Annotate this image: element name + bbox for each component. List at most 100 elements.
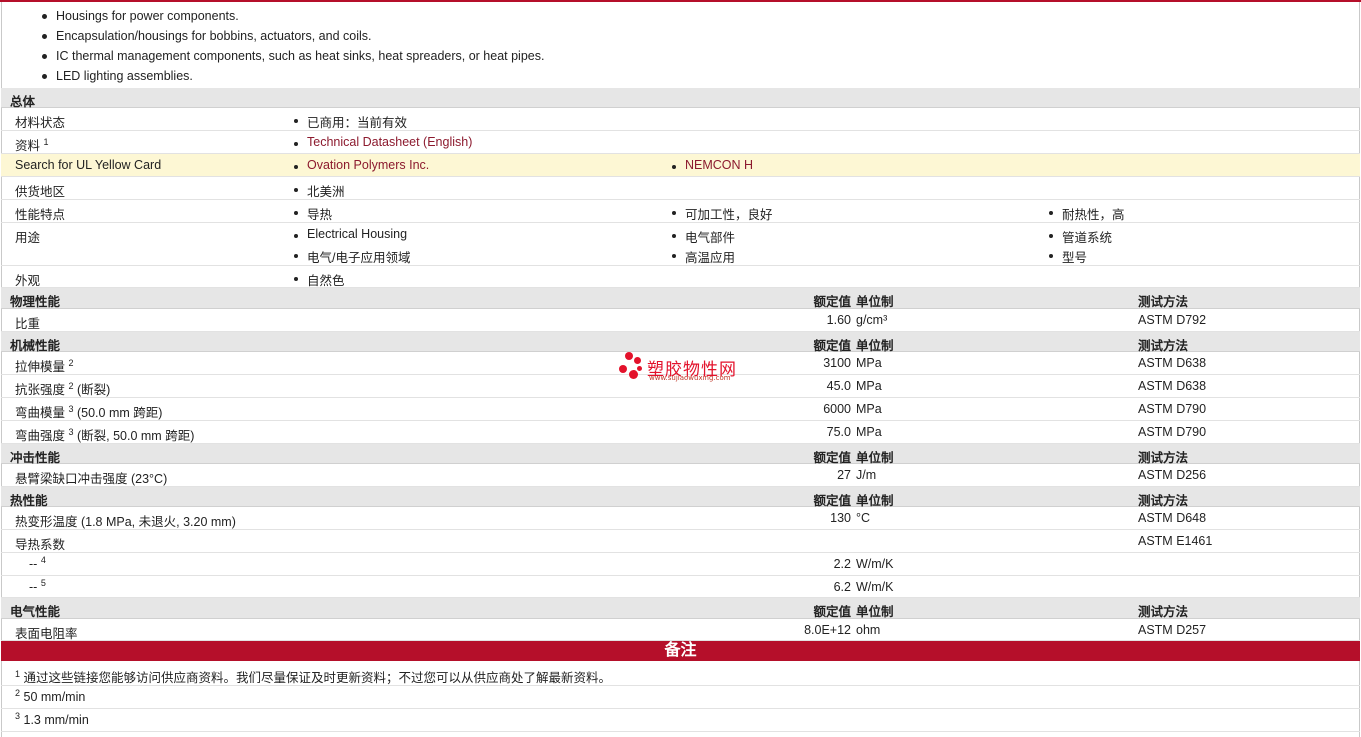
row-label: 外观 (15, 274, 41, 288)
property-name: 弯曲模量 3 (50.0 mm 跨距) (15, 403, 163, 420)
property-unit: MPa (856, 402, 882, 416)
logo-dot (634, 357, 641, 364)
property-value: 2.2 (833, 557, 851, 571)
property-unit: W/m/K (856, 557, 894, 571)
row-value: Ovation Polymers Inc. (291, 158, 429, 172)
property-name: -- 5 (29, 577, 46, 594)
table-row: 热变形温度 (1.8 MPa, 未退火, 3.20 mm) 130 °C AST… (1, 507, 1360, 530)
property-name: 导热系数 (15, 538, 66, 552)
property-name: 热变形温度 (1.8 MPa, 未退火, 3.20 mm) (15, 515, 236, 529)
note-row: 2 50 mm/min (1, 686, 1360, 709)
test-method: ASTM D256 (1138, 468, 1207, 482)
table-row: 供货地区 北美洲 (1, 177, 1360, 200)
logo-url: www.sujiaowuxing.com (649, 374, 731, 382)
row-value: 可加工性，良好 (669, 204, 773, 223)
row-label: 材料状态 (15, 116, 66, 130)
datasheet-link[interactable]: Technical Datasheet (English) (307, 135, 472, 149)
table-row: -- 5 6.2 W/m/K (1, 576, 1360, 598)
property-value: 27 (837, 468, 851, 482)
notes-header: 备注 (1, 641, 1360, 661)
row-value: 已商用：当前有效 (291, 112, 407, 131)
col-header-method: 测试方法 (1138, 295, 1189, 309)
note-text: 2 50 mm/min (15, 687, 86, 704)
applications-list: Housings for power components. Encapsula… (38, 6, 544, 86)
test-method: ASTM D792 (1138, 313, 1207, 327)
product-link[interactable]: NEMCON H (685, 158, 753, 172)
row-value: 耐热性，高 (1046, 204, 1125, 223)
row-value: 高温应用 (669, 247, 735, 266)
property-value: 75.0 (826, 425, 851, 439)
property-value: 6.2 (833, 580, 851, 594)
property-unit: MPa (856, 379, 882, 393)
row-value: 电气部件 (669, 227, 735, 246)
row-value: 导热 (291, 204, 332, 223)
property-unit: ohm (856, 623, 881, 637)
logo-dot (625, 352, 633, 360)
table-row: 用途 Electrical Housing 电气部件 管道系统 电气/电子应用领… (1, 223, 1360, 266)
property-name: 悬臂梁缺口冲击强度 (23°C) (15, 472, 168, 486)
row-value: 型号 (1046, 247, 1087, 266)
section-header-impact: 冲击性能 额定值 单位制 测试方法 (1, 444, 1360, 465)
table-row: 外观 自然色 (1, 266, 1360, 288)
row-value: NEMCON H (669, 158, 753, 172)
note-row: 3 1.3 mm/min (1, 709, 1360, 732)
list-item: IC thermal management components, such a… (38, 46, 544, 66)
test-method: ASTM D257 (1138, 623, 1207, 637)
top-accent-line (0, 0, 1361, 2)
test-method: ASTM D638 (1138, 379, 1207, 393)
property-value: 8.0E+12 (804, 623, 851, 637)
table-row: 比重 1.60 g/cm³ ASTM D792 (1, 309, 1360, 332)
property-unit: MPa (856, 425, 882, 439)
property-unit: MPa (856, 356, 882, 370)
supplier-link[interactable]: Ovation Polymers Inc. (307, 158, 429, 172)
section-header-electrical: 电气性能 额定值 单位制 测试方法 (1, 598, 1360, 619)
table-row: 弯曲模量 3 (50.0 mm 跨距) 6000 MPa ASTM D790 (1, 398, 1360, 421)
table-row: 悬臂梁缺口冲击强度 (23°C) 27 J/m ASTM D256 (1, 464, 1360, 487)
section-title: 物理性能 (10, 295, 61, 309)
property-name: 拉伸模量 2 (15, 357, 74, 374)
property-unit: g/cm³ (856, 313, 888, 327)
row-label: Search for UL Yellow Card (15, 158, 162, 172)
property-name: -- 4 (29, 554, 46, 571)
row-value: Electrical Housing (291, 227, 407, 241)
logo-dot (637, 366, 642, 371)
note-row: 1 通过这些链接您能够访问供应商资料。我们尽量保证及时更新资料；不过您可以从供应… (1, 663, 1360, 686)
row-value: 自然色 (291, 270, 345, 289)
watermark-logo: 塑胶物性网 www.sujiaowuxing.com (617, 351, 757, 387)
table-row: 性能特点 导热 可加工性，良好 耐热性，高 (1, 200, 1360, 223)
property-name: 抗张强度 2 (断裂) (15, 380, 111, 397)
row-label: 资料 1 (15, 136, 49, 153)
section-header-physical: 物理性能 额定值 单位制 测试方法 (1, 288, 1360, 309)
list-item: LED lighting assemblies. (38, 66, 544, 86)
table-row: 弯曲强度 3 (断裂, 50.0 mm 跨距) 75.0 MPa ASTM D7… (1, 421, 1360, 444)
col-header-unit: 单位制 (856, 605, 894, 619)
property-unit: °C (856, 511, 871, 525)
section-header-general: 总体 (1, 88, 1360, 109)
row-label: 性能特点 (15, 208, 66, 222)
property-name: 表面电阻率 (15, 627, 78, 641)
property-name: 比重 (15, 317, 41, 331)
table-row: 导热系数 ASTM E1461 (1, 530, 1360, 553)
row-value: 管道系统 (1046, 227, 1112, 246)
table-row: 表面电阻率 8.0E+12 ohm ASTM D257 (1, 619, 1360, 641)
section-header-mechanical: 机械性能 额定值 单位制 测试方法 (1, 332, 1360, 353)
property-value: 130 (830, 511, 851, 525)
col-header-method: 测试方法 (1138, 605, 1189, 619)
table-row: 材料状态 已商用：当前有效 (1, 108, 1360, 131)
section-header-thermal: 热性能 额定值 单位制 测试方法 (1, 487, 1360, 508)
property-name: 弯曲强度 3 (断裂, 50.0 mm 跨距) (15, 426, 195, 443)
table-row-highlight: Search for UL Yellow Card Ovation Polyme… (1, 154, 1360, 177)
property-value: 6000 (823, 402, 851, 416)
logo-dot (619, 365, 627, 373)
list-item: Housings for power components. (38, 6, 544, 26)
test-method: ASTM D790 (1138, 402, 1207, 416)
logo-dot (629, 370, 638, 379)
property-unit: W/m/K (856, 580, 894, 594)
section-title: 电气性能 (10, 605, 61, 619)
row-label: 用途 (15, 231, 41, 245)
test-method: ASTM D638 (1138, 356, 1207, 370)
col-header-value: 额定值 (813, 605, 851, 619)
test-method: ASTM E1461 (1138, 534, 1213, 548)
table-row: 资料 1 Technical Datasheet (English) (1, 131, 1360, 154)
row-value: Technical Datasheet (English) (291, 135, 472, 149)
